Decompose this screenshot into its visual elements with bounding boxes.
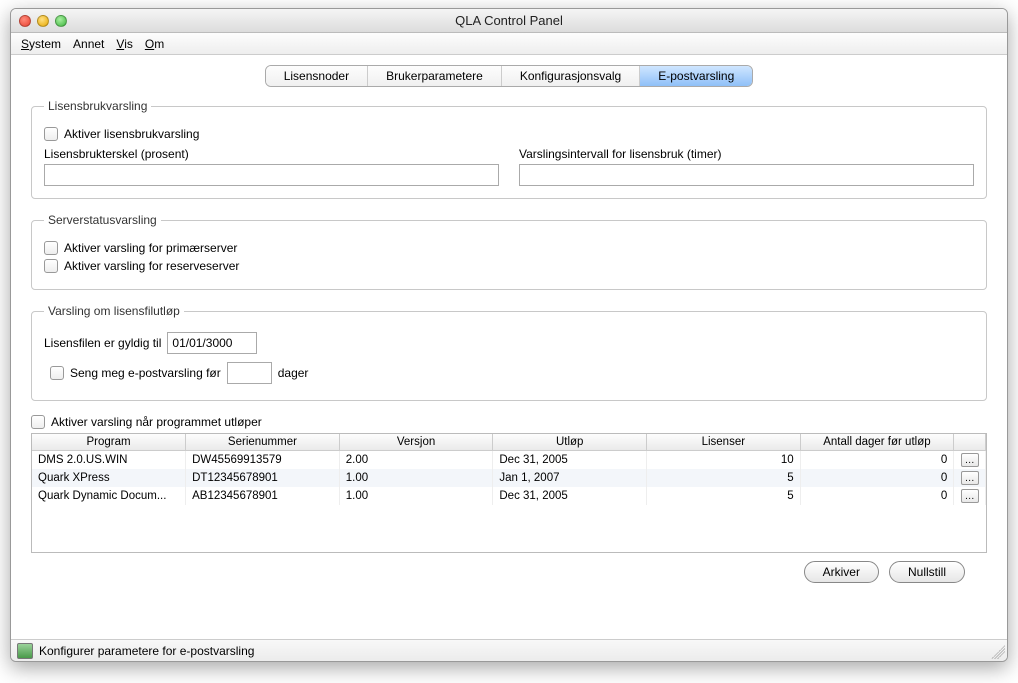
group-license-usage: Lisensbrukvarsling Aktiver lisensbrukvar…: [31, 99, 987, 199]
content-area: Lisensbrukvarsling Aktiver lisensbrukvar…: [11, 87, 1007, 639]
checkbox-program-expire[interactable]: [31, 415, 45, 429]
tab-konfigurasjonsvalg[interactable]: Konfigurasjonsvalg: [502, 66, 640, 86]
cell-version: 2.00: [339, 451, 493, 470]
cell-days: 0: [800, 451, 954, 470]
tab-lisensnoder[interactable]: Lisensnoder: [266, 66, 368, 86]
cell-expiry: Jan 1, 2007: [493, 469, 647, 487]
label-send-before: Seng meg e-postvarsling før: [70, 366, 221, 380]
group-server-status-legend: Serverstatusvarsling: [44, 213, 161, 227]
table-row[interactable]: Quark XPressDT123456789011.00Jan 1, 2007…: [32, 469, 986, 487]
cell-days: 0: [800, 469, 954, 487]
input-valid-until[interactable]: [167, 332, 257, 354]
cell-program: DMS 2.0.US.WIN: [32, 451, 186, 470]
tab-epostvarsling[interactable]: E-postvarsling: [640, 66, 752, 86]
cell-version: 1.00: [339, 469, 493, 487]
label-interval: Varslingsintervall for lisensbruk (timer…: [519, 147, 974, 161]
input-interval[interactable]: [519, 164, 974, 186]
status-icon: [17, 643, 33, 659]
cell-licenses: 10: [647, 451, 801, 470]
cell-expiry: Dec 31, 2005: [493, 451, 647, 470]
th-serial[interactable]: Serienummer: [186, 434, 340, 451]
label-program-expire: Aktiver varsling når programmet utløper: [51, 415, 262, 429]
group-server-status: Serverstatusvarsling Aktiver varsling fo…: [31, 213, 987, 290]
cell-expiry: Dec 31, 2005: [493, 487, 647, 505]
label-threshold: Lisensbrukterskel (prosent): [44, 147, 499, 161]
cell-licenses: 5: [647, 469, 801, 487]
menu-system[interactable]: System: [21, 37, 61, 51]
window-title: QLA Control Panel: [11, 13, 1007, 28]
titlebar: QLA Control Panel: [11, 9, 1007, 33]
status-text: Konfigurer parametere for e-postvarsling: [39, 644, 254, 658]
tab-brukerparametere[interactable]: Brukerparametere: [368, 66, 502, 86]
program-table: Program Serienummer Versjon Utløp Lisens…: [31, 433, 987, 553]
checkbox-activate-usage[interactable]: [44, 127, 58, 141]
th-version[interactable]: Versjon: [339, 434, 493, 451]
label-activate-usage: Aktiver lisensbrukvarsling: [64, 127, 199, 141]
table-row[interactable]: Quark Dynamic Docum...AB123456789011.00D…: [32, 487, 986, 505]
th-program[interactable]: Program: [32, 434, 186, 451]
group-license-expiry: Varsling om lisensfilutløp Lisensfilen e…: [31, 304, 987, 401]
th-licenses[interactable]: Lisenser: [647, 434, 801, 451]
table-row[interactable]: DMS 2.0.US.WINDW455699135792.00Dec 31, 2…: [32, 451, 986, 470]
label-valid-until: Lisensfilen er gyldig til: [44, 336, 161, 350]
menu-om[interactable]: Om: [145, 37, 164, 51]
arkiver-button[interactable]: Arkiver: [804, 561, 879, 583]
cell-licenses: 5: [647, 487, 801, 505]
nullstill-button[interactable]: Nullstill: [889, 561, 965, 583]
input-days-before[interactable]: [227, 362, 272, 384]
row-ellipsis-button[interactable]: …: [961, 489, 979, 503]
cell-version: 1.00: [339, 487, 493, 505]
statusbar: Konfigurer parametere for e-postvarsling: [11, 639, 1007, 661]
label-primary-server: Aktiver varsling for primærserver: [64, 241, 237, 255]
cell-serial: AB12345678901: [186, 487, 340, 505]
window: QLA Control Panel System Annet Vis Om Li…: [10, 8, 1008, 662]
th-expiry[interactable]: Utløp: [493, 434, 647, 451]
checkbox-reserve-server[interactable]: [44, 259, 58, 273]
row-ellipsis-button[interactable]: …: [961, 453, 979, 467]
input-threshold[interactable]: [44, 164, 499, 186]
menu-annet[interactable]: Annet: [73, 37, 104, 51]
cell-serial: DW45569913579: [186, 451, 340, 470]
tabbar: Lisensnoder Brukerparametere Konfigurasj…: [11, 55, 1007, 87]
th-action: [954, 434, 986, 451]
label-days-suffix: dager: [278, 366, 309, 380]
checkbox-primary-server[interactable]: [44, 241, 58, 255]
group-license-expiry-legend: Varsling om lisensfilutløp: [44, 304, 184, 318]
cell-serial: DT12345678901: [186, 469, 340, 487]
checkbox-send-before[interactable]: [50, 366, 64, 380]
th-daysbefore[interactable]: Antall dager før utløp: [800, 434, 954, 451]
cell-days: 0: [800, 487, 954, 505]
cell-program: Quark XPress: [32, 469, 186, 487]
menu-vis[interactable]: Vis: [116, 37, 132, 51]
label-reserve-server: Aktiver varsling for reserveserver: [64, 259, 239, 273]
row-ellipsis-button[interactable]: …: [961, 471, 979, 485]
resize-handle[interactable]: [991, 645, 1005, 659]
table-header-row: Program Serienummer Versjon Utløp Lisens…: [32, 434, 986, 451]
menubar: System Annet Vis Om: [11, 33, 1007, 55]
group-license-usage-legend: Lisensbrukvarsling: [44, 99, 151, 113]
cell-program: Quark Dynamic Docum...: [32, 487, 186, 505]
